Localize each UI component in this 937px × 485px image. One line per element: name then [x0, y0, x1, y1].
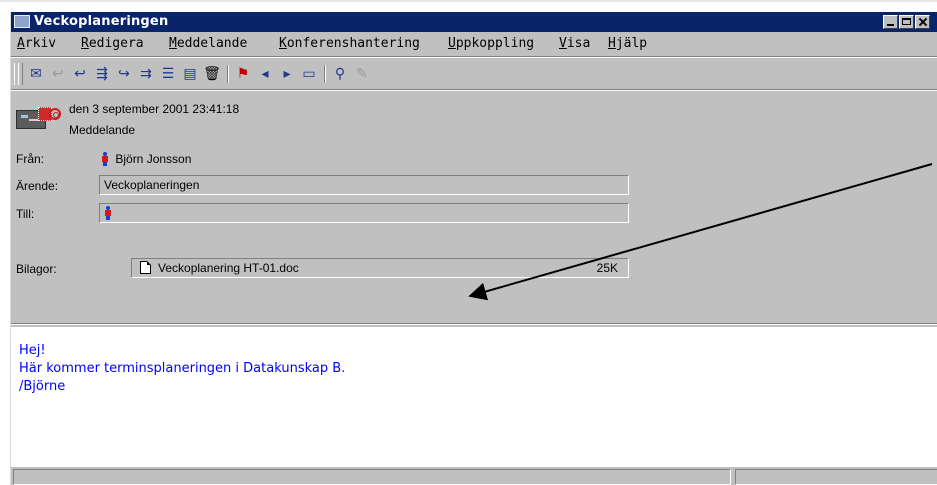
- reply-all-icon[interactable]: ⇶: [92, 64, 112, 84]
- folder-icon[interactable]: ▭: [299, 64, 319, 84]
- reply-icon[interactable]: ↩: [70, 64, 90, 84]
- menu-hjalp[interactable]: Hjälp: [608, 36, 647, 51]
- status-bar: [11, 467, 937, 485]
- previous-thread-icon[interactable]: ◂: [255, 64, 275, 84]
- subject-label: Ärende:: [16, 179, 59, 193]
- body-line: Hej!: [19, 343, 46, 358]
- next-unread-icon[interactable]: ⚑: [233, 64, 253, 84]
- status-panel-main: [13, 469, 731, 485]
- reply-disabled-icon: ↩: [52, 66, 64, 82]
- forward-icon[interactable]: ↪: [114, 64, 134, 84]
- menu-separator: [11, 56, 937, 58]
- attachments-label: Bilagor:: [16, 262, 57, 276]
- subject-field[interactable]: Veckoplaneringen: [99, 175, 629, 195]
- message-envelope-icon: [16, 104, 62, 129]
- message-header: den 3 september 2001 23:41:18 Meddelande…: [11, 90, 937, 322]
- header-separator: [11, 323, 937, 325]
- menu-meddelande[interactable]: Meddelande: [169, 36, 247, 51]
- attachment-name: Veckoplanering HT-01.doc: [158, 261, 299, 275]
- menu-redigera[interactable]: Redigera: [81, 36, 144, 51]
- person-icon: [101, 152, 109, 166]
- toolbar-grip-2[interactable]: [18, 63, 23, 85]
- page-top-rule: [0, 0, 937, 2]
- close-button[interactable]: [915, 15, 930, 29]
- title-bar[interactable]: Veckoplaneringen: [11, 12, 937, 32]
- message-type: Meddelande: [69, 123, 136, 137]
- status-panel-secondary: [735, 469, 937, 485]
- new-letter-icon[interactable]: ✉: [26, 64, 46, 84]
- message-date: den 3 september 2001 23:41:18: [69, 102, 240, 116]
- from-value[interactable]: Björn Jonsson: [101, 152, 191, 166]
- body-line: /Björne: [19, 379, 66, 394]
- message-body[interactable]: Hej! Här kommer terminsplaneringen i Dat…: [11, 327, 937, 467]
- delete-icon[interactable]: 🗑: [202, 64, 222, 84]
- document-icon: [140, 261, 151, 274]
- forward-all-icon[interactable]: ⇉: [136, 64, 156, 84]
- window-title: Veckoplaneringen: [34, 14, 169, 29]
- toolbar-separator-2: [324, 65, 326, 83]
- menu-konferenshantering[interactable]: Konferenshantering: [279, 36, 420, 51]
- toolbar-separator-1: [227, 65, 229, 83]
- maximize-button[interactable]: [899, 15, 914, 29]
- print-icon[interactable]: ▤: [180, 64, 200, 84]
- recipient-person-icon: [104, 206, 112, 220]
- menu-visa[interactable]: Visa: [559, 36, 590, 51]
- from-label: Från:: [16, 152, 45, 166]
- to-label: Till:: [16, 207, 35, 221]
- message-list-icon[interactable]: ☰: [158, 64, 178, 84]
- menu-bar: Arkiv Redigera Meddelande Konferenshante…: [11, 34, 937, 54]
- search-icon[interactable]: ⚲: [330, 64, 350, 84]
- to-field[interactable]: [99, 203, 629, 223]
- next-thread-icon[interactable]: ▸: [277, 64, 297, 84]
- toolbar: ✉ ↩ ↩ ⇶ ↪ ⇉ ☰ ▤ 🗑 ⚑ ◂ ▸ ▭ ⚲ ✎: [11, 59, 937, 89]
- body-line: Här kommer terminsplaneringen i Datakuns…: [19, 361, 346, 376]
- minimize-button[interactable]: [883, 15, 898, 29]
- menu-arkiv[interactable]: Arkiv: [17, 36, 56, 51]
- envelope-seal: [49, 108, 61, 120]
- attachment-size: 25K: [596, 261, 618, 275]
- app-icon: [14, 15, 30, 28]
- tools-disabled-icon: ✎: [356, 66, 368, 82]
- message-window: Veckoplaneringen Arkiv Redigera Meddelan…: [10, 12, 937, 485]
- menu-uppkoppling[interactable]: Uppkoppling: [448, 36, 534, 51]
- from-name: Björn Jonsson: [115, 152, 192, 166]
- attachment-item[interactable]: Veckoplanering HT-01.doc 25K: [131, 258, 629, 278]
